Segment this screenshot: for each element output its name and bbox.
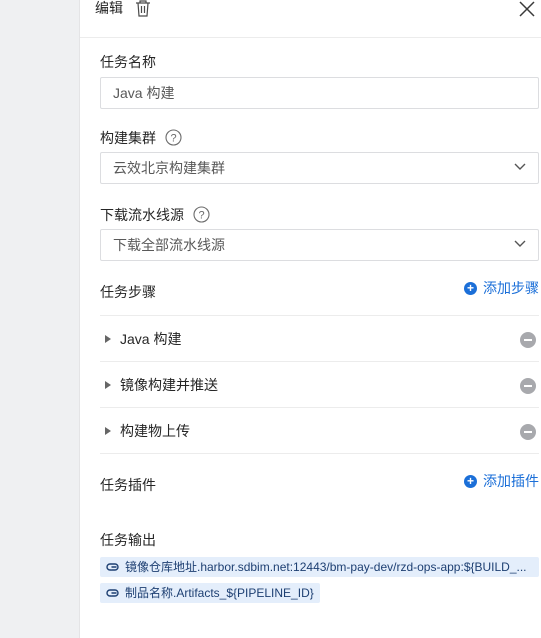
step-label: Java 构建 xyxy=(120,331,182,347)
remove-step-icon[interactable] xyxy=(520,332,536,348)
output-text: 镜像仓库地址.harbor.sdbim.net:12443/bm-pay-dev… xyxy=(125,560,527,574)
step-label: 构建物上传 xyxy=(120,423,190,439)
step-row[interactable]: 镜像构建并推送 xyxy=(100,361,539,407)
remove-step-icon[interactable] xyxy=(520,424,536,440)
build-cluster-label: 构建集群 xyxy=(100,130,156,146)
add-step-button[interactable]: + 添加步骤 xyxy=(464,280,539,296)
output-text: 制品名称.Artifacts_${PIPELINE_ID} xyxy=(125,586,314,600)
divider xyxy=(100,453,539,454)
trash-icon[interactable] xyxy=(134,0,152,17)
add-plugin-button[interactable]: + 添加插件 xyxy=(464,473,539,489)
remove-step-icon[interactable] xyxy=(520,378,536,394)
link-icon xyxy=(106,589,119,597)
task-plugins-label: 任务插件 xyxy=(100,477,156,493)
download-source-label: 下载流水线源 xyxy=(100,207,184,223)
link-icon xyxy=(106,563,119,571)
svg-text:?: ? xyxy=(198,210,204,222)
plus-circle-icon: + xyxy=(464,474,477,488)
download-source-value: 下载全部流水线源 xyxy=(113,237,225,253)
task-name-input[interactable] xyxy=(100,77,539,109)
edit-task-panel: 编辑 任务名称 构建集群 ? 云效北京构建集群 下载流水线源 ? 下载全部流水线… xyxy=(79,0,541,638)
page-backdrop xyxy=(0,0,79,638)
chevron-down-icon xyxy=(514,240,526,247)
download-source-select[interactable]: 下载全部流水线源 xyxy=(100,229,539,261)
add-plugin-label: 添加插件 xyxy=(483,473,539,489)
build-cluster-value: 云效北京构建集群 xyxy=(113,160,225,176)
output-tag[interactable]: 制品名称.Artifacts_${PIPELINE_ID} xyxy=(100,583,320,603)
task-name-label: 任务名称 xyxy=(100,54,156,70)
step-label: 镜像构建并推送 xyxy=(120,377,218,393)
task-steps-label: 任务步骤 xyxy=(100,284,156,300)
svg-text:?: ? xyxy=(170,133,176,145)
panel-header: 编辑 xyxy=(80,0,541,38)
caret-right-icon[interactable] xyxy=(105,381,111,389)
task-output-label: 任务输出 xyxy=(100,532,156,548)
add-step-label: 添加步骤 xyxy=(483,280,539,296)
caret-right-icon[interactable] xyxy=(105,335,111,343)
step-row[interactable]: 构建物上传 xyxy=(100,407,539,453)
plus-circle-icon: + xyxy=(464,281,477,295)
step-row[interactable]: Java 构建 xyxy=(100,315,539,361)
build-cluster-select[interactable]: 云效北京构建集群 xyxy=(100,152,539,184)
help-icon[interactable]: ? xyxy=(165,129,182,146)
chevron-down-icon xyxy=(514,163,526,170)
caret-right-icon[interactable] xyxy=(105,427,111,435)
output-tag[interactable]: 镜像仓库地址.harbor.sdbim.net:12443/bm-pay-dev… xyxy=(100,557,539,577)
close-icon[interactable] xyxy=(518,0,536,18)
help-icon[interactable]: ? xyxy=(193,206,210,223)
panel-title: 编辑 xyxy=(95,0,123,16)
